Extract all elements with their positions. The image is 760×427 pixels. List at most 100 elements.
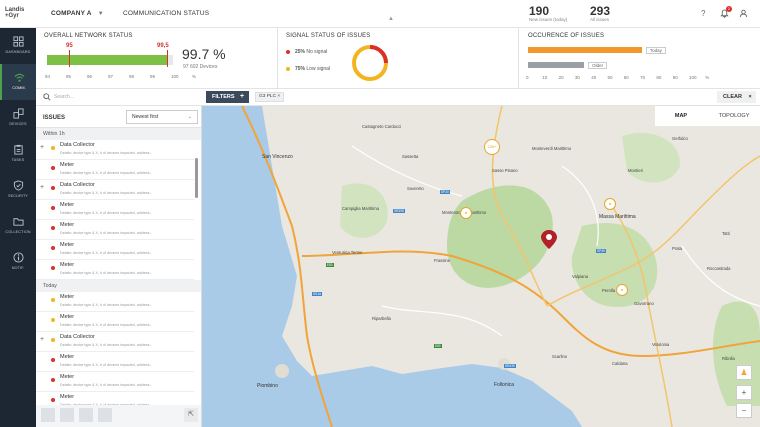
axis-tick-label: % <box>192 74 197 79</box>
search-input[interactable]: Search... <box>54 94 74 100</box>
list-item[interactable]: Meter Details: device type & X, # of devi… <box>36 312 194 332</box>
axis-tick-label: 90 <box>672 75 678 80</box>
place-label: Sassetta <box>402 154 419 159</box>
tasks-icon <box>13 144 23 155</box>
folder-icon <box>12 218 24 226</box>
low-signal-label: Low signal <box>306 66 331 72</box>
place-label: San Vincenzo <box>262 154 293 160</box>
logo-line-2: +Gyr <box>5 13 19 19</box>
signal-donut <box>352 45 388 81</box>
road-sign: SP49 <box>596 249 606 253</box>
map-tabs: MAP TOPOLOGY <box>655 106 760 126</box>
list-item-title: Data Collector <box>60 182 95 188</box>
network-marker-high <box>167 50 168 67</box>
filters-button[interactable]: FILTERS + <box>206 91 249 103</box>
sidebar-item-collection[interactable]: COLLECTION <box>0 208 36 244</box>
network-status-title: OVERALL NETWORK STATUS <box>44 33 133 39</box>
help-icon[interactable]: ? <box>701 9 705 18</box>
signal-status-title: SIGNAL STATUS OF ISSUES <box>286 33 371 39</box>
sidebar-item-security[interactable]: SECURITY <box>0 172 36 208</box>
footer-action-button[interactable] <box>98 408 112 422</box>
place-label: Perolla <box>602 288 616 293</box>
filter-chip[interactable]: G3 PLC × <box>255 92 285 102</box>
list-scrollbar[interactable] <box>195 158 198 198</box>
list-item[interactable]: + Data Collector Details: device type & X,… <box>36 180 194 200</box>
sidebar-item-label: DASHBOARD <box>5 50 31 54</box>
list-item[interactable]: Meter Details: device type & X, # of devi… <box>36 260 194 280</box>
close-icon: × <box>748 94 752 100</box>
road-sign: E80 <box>326 263 334 267</box>
sidebar-item-label: DEVICES <box>9 122 27 126</box>
company-selector[interactable]: COMPANY A ▼ <box>51 10 104 17</box>
list-item[interactable]: Meter Details: device type & X, # of devi… <box>36 200 194 220</box>
axis-tick-label: 98 <box>129 74 135 79</box>
network-devices: 97 602 Devices <box>183 64 218 70</box>
list-item-detail: Details: device type & X, # of devices i… <box>60 271 153 275</box>
signal-pin-icon[interactable]: ● <box>616 284 628 296</box>
clear-button[interactable]: CLEAR × <box>717 91 756 103</box>
occurrence-older-label: Older <box>588 62 608 69</box>
group-header: Within 1h <box>36 128 201 140</box>
footer-action-button[interactable] <box>60 408 74 422</box>
cluster-pin[interactable]: 226+ <box>484 139 500 155</box>
list-item[interactable]: Meter Details: device type & X, # of devi… <box>36 292 194 312</box>
list-item[interactable]: Meter Details: device type & X, # of devi… <box>36 372 194 392</box>
list-item-title: Meter <box>60 162 75 168</box>
footer-action-button[interactable] <box>41 408 55 422</box>
list-item-title: Meter <box>60 294 75 300</box>
tab-map[interactable]: MAP <box>655 106 707 126</box>
expand-plus-icon[interactable]: + <box>40 184 44 191</box>
list-item[interactable]: + Data Collector Details: device type & X,… <box>36 140 194 160</box>
place-label: Gerfalco <box>672 136 688 141</box>
sidebar-item-comm[interactable]: COMM. <box>0 64 36 100</box>
road-sign: E80 <box>434 344 442 348</box>
footer-action-button[interactable] <box>79 408 93 422</box>
error-status-icon <box>51 358 55 362</box>
collapse-stats-icon[interactable]: ▲ <box>388 16 394 22</box>
sidebar: DASHBOARD COMM. DEVICES TASKS SECURITY C… <box>0 28 36 427</box>
zoom-in-button[interactable]: + <box>736 385 752 400</box>
list-header: ISSUES Newest first ⌄ <box>36 106 201 128</box>
issues-list-panel: ISSUES Newest first ⌄ Within 1h + Data Coll… <box>36 106 202 427</box>
list-item-detail: Details: device type & X, # of devices i… <box>60 251 153 255</box>
list-item[interactable]: Meter Details: device type & X, # of devi… <box>36 352 194 372</box>
expand-plus-icon[interactable]: + <box>40 144 44 151</box>
list-item[interactable]: Meter Details: device type & X, # of devi… <box>36 240 194 260</box>
place-label: Sasso Pisano <box>492 168 518 173</box>
map-view[interactable]: San Vincenzo Campiglia Marittima Venturi… <box>202 106 760 427</box>
signal-pin-icon[interactable]: ● <box>460 207 472 219</box>
sidebar-item-notif[interactable]: NOTIF. <box>0 244 36 280</box>
tab-topology[interactable]: TOPOLOGY <box>708 106 760 126</box>
signal-pin-icon[interactable]: ● <box>604 198 616 210</box>
no-signal-label: No signal <box>306 49 328 55</box>
road-sign: SS1A <box>312 292 323 296</box>
company-logo[interactable]: Landis +Gyr <box>5 7 24 19</box>
list-item[interactable]: + Data Collector Details: device type & X,… <box>36 332 194 352</box>
list-item[interactable]: Meter Details: device type & X, # of devi… <box>36 220 194 240</box>
shield-icon <box>13 180 23 191</box>
user-icon[interactable] <box>739 9 748 20</box>
list-item[interactable]: Meter Details: device type & X, # of devi… <box>36 160 194 180</box>
expand-icon[interactable]: ⇱ <box>184 408 198 422</box>
list-item-detail: Details: device type & X, # of devices i… <box>60 191 153 195</box>
list-item-title: Meter <box>60 262 75 268</box>
list-item-detail: Details: device type & X, # of devices i… <box>60 211 153 215</box>
street-view-icon[interactable]: ♟ <box>736 365 752 380</box>
sort-select[interactable]: Newest first ⌄ <box>126 110 198 124</box>
filter-row: Search... FILTERS + G3 PLC × CLEAR × <box>36 89 760 106</box>
zoom-out-button[interactable]: − <box>736 403 752 418</box>
error-status-icon <box>51 186 55 190</box>
expand-plus-icon[interactable]: + <box>40 336 44 343</box>
place-label: Roccastrada <box>707 266 731 271</box>
axis-tick-label: 10 <box>542 75 548 80</box>
road-sign: SR439 <box>504 364 516 368</box>
sidebar-item-dashboard[interactable]: DASHBOARD <box>0 28 36 64</box>
close-icon[interactable]: × <box>277 94 280 99</box>
stats-panel: OVERALL NETWORK STATUS 95 99,5 94 95 96 97 9… <box>36 28 760 89</box>
network-percent: 99.7 % <box>182 46 226 62</box>
sidebar-item-tasks[interactable]: TASKS <box>0 136 36 172</box>
place-label: Monteverdi Marittimo <box>532 146 572 151</box>
sidebar-item-devices[interactable]: DEVICES <box>0 100 36 136</box>
clear-label: CLEAR <box>723 94 742 100</box>
axis-tick-label: 97 <box>108 74 114 79</box>
